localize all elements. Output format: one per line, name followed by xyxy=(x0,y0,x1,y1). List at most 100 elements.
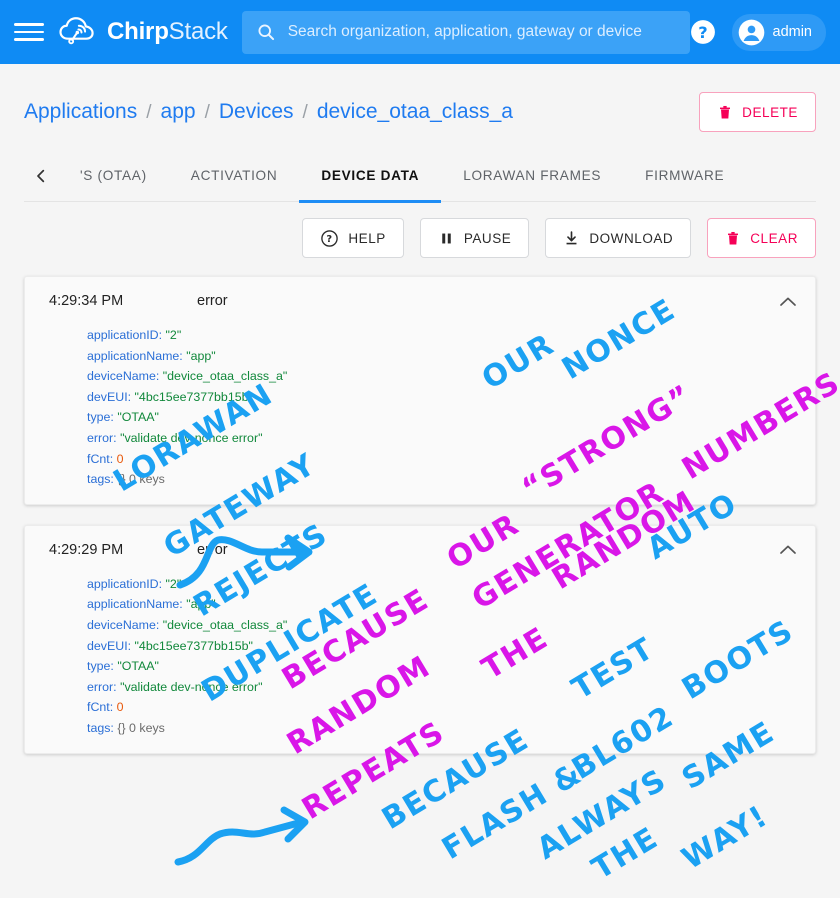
ink-word: THE xyxy=(586,821,665,887)
search-input[interactable]: Search organization, application, gatewa… xyxy=(241,10,690,54)
json-value: "device_otaa_class_a" xyxy=(162,369,288,384)
help-button[interactable]: ? HELP xyxy=(302,218,404,258)
delete-button-wrap: DELETE xyxy=(699,92,816,132)
breadcrumb-item-applications[interactable]: Applications xyxy=(24,100,137,124)
brand-logo[interactable]: ChirpStack xyxy=(58,12,228,52)
ink-arrow-head xyxy=(280,806,309,843)
help-circle-icon[interactable]: ? xyxy=(690,19,716,45)
event-card[interactable]: 4:29:29 PM error applicationID: "2" appl… xyxy=(24,524,816,754)
page-content: Applications / app / Devices / device_ot… xyxy=(0,64,840,754)
event-timestamp: 4:29:29 PM xyxy=(49,541,124,558)
help-circle-icon: ? xyxy=(321,229,339,247)
json-row: deviceName: "device_otaa_class_a" xyxy=(87,615,815,636)
app-bar-actions: ? admin xyxy=(690,13,826,51)
json-value: "2" xyxy=(165,576,182,591)
json-value: "OTAA" xyxy=(117,410,159,425)
event-json: applicationID: "2" applicationName: "app… xyxy=(25,574,815,739)
event-type: error xyxy=(197,541,228,558)
json-key: tags: xyxy=(87,720,114,735)
json-key: applicationID: xyxy=(87,328,163,342)
json-key: fCnt: xyxy=(87,451,114,466)
json-row: applicationID: "2" xyxy=(87,325,815,346)
event-card-header: 4:29:29 PM error xyxy=(25,526,815,574)
tabs-scroll-left-button[interactable] xyxy=(24,168,58,184)
delete-button[interactable]: DELETE xyxy=(699,92,816,132)
json-row: type: "OTAA" xyxy=(87,656,815,677)
tab-activation[interactable]: ACTIVATION xyxy=(169,150,300,202)
download-button[interactable]: DOWNLOAD xyxy=(545,218,692,258)
tab-firmware[interactable]: FIRMWARE xyxy=(623,150,746,202)
help-button-label: HELP xyxy=(348,230,386,246)
json-value: "4bc15ee7377bb15b" xyxy=(134,389,253,404)
chevron-left-icon xyxy=(37,169,45,182)
json-key: type: xyxy=(87,410,114,425)
account-circle-icon xyxy=(738,19,764,45)
json-key: error: xyxy=(87,679,117,694)
breadcrumb-separator: / xyxy=(302,102,308,123)
json-value: 0 xyxy=(116,700,124,715)
json-value: "2" xyxy=(165,328,182,342)
breadcrumb-item-device[interactable]: device_otaa_class_a xyxy=(317,100,513,124)
tab-device-data[interactable]: DEVICE DATA xyxy=(299,150,442,203)
event-json: applicationID: "2" applicationName: "app… xyxy=(25,325,815,490)
breadcrumb-separator: / xyxy=(204,102,210,123)
json-key: devEUI: xyxy=(87,389,132,404)
pause-button-label: PAUSE xyxy=(463,230,512,246)
json-key: applicationID: xyxy=(87,576,163,591)
event-card[interactable]: 4:29:34 PM error applicationID: "2" appl… xyxy=(24,276,816,505)
user-menu[interactable]: admin xyxy=(731,13,826,51)
svg-text:?: ? xyxy=(327,234,333,245)
pause-button[interactable]: PAUSE xyxy=(419,218,530,258)
json-row: fCnt: 0 xyxy=(87,697,815,718)
collapse-toggle[interactable] xyxy=(777,539,799,561)
search-icon xyxy=(258,24,274,41)
breadcrumb-separator: / xyxy=(146,102,152,123)
json-value: "4bc15ee7377bb15b" xyxy=(134,638,253,653)
event-card-header: 4:29:34 PM error xyxy=(25,277,815,325)
breadcrumb-item-devices[interactable]: Devices xyxy=(219,100,294,124)
json-value: 0 xyxy=(116,451,124,466)
json-value: "validate dev-nonce error" xyxy=(120,679,263,694)
search-placeholder: Search organization, application, gatewa… xyxy=(287,23,642,40)
breadcrumb-item-app[interactable]: app xyxy=(161,100,196,124)
json-key: fCnt: xyxy=(87,700,114,715)
json-row: applicationName: "app" xyxy=(87,346,815,367)
json-row: devEUI: "4bc15ee7377bb15b" xyxy=(87,636,815,657)
json-key: devEUI: xyxy=(87,638,132,653)
json-key: applicationName: xyxy=(87,597,183,612)
hamburger-icon[interactable] xyxy=(14,17,44,47)
ink-word: FLASH & xyxy=(436,756,588,867)
download-icon xyxy=(566,230,577,244)
download-button-label: DOWNLOAD xyxy=(589,230,674,246)
ink-arrow xyxy=(174,818,306,866)
json-key: deviceName: xyxy=(87,369,160,384)
tab-keys-otaa[interactable]: 'S (OTAA) xyxy=(58,150,169,202)
collapse-toggle[interactable] xyxy=(777,290,799,312)
trash-icon xyxy=(720,105,731,118)
clear-button-label: CLEAR xyxy=(750,230,798,246)
chirpstack-cloud-icon xyxy=(59,17,94,45)
brand-name: ChirpStack xyxy=(107,18,228,46)
breadcrumb-row: Applications / app / Devices / device_ot… xyxy=(24,64,816,134)
event-timestamp: 4:29:34 PM xyxy=(49,293,124,309)
json-key: deviceName: xyxy=(87,617,160,632)
json-row: type: "OTAA" xyxy=(87,407,815,428)
app-root: ChirpStack Search organization, applicat… xyxy=(0,0,840,898)
json-value: "app" xyxy=(186,597,216,612)
clear-button[interactable]: CLEAR xyxy=(707,218,816,258)
tab-lorawan-frames[interactable]: LORAWAN FRAMES xyxy=(441,150,623,202)
tab-bar: 'S (OTAA) ACTIVATION DEVICE DATA LORAWAN… xyxy=(24,150,816,203)
chevron-up-icon xyxy=(780,545,796,555)
json-row: error: "validate dev-nonce error" xyxy=(87,677,815,698)
delete-button-label: DELETE xyxy=(742,104,798,120)
ink-word: ALWAYS xyxy=(531,762,673,866)
pause-icon xyxy=(442,233,451,243)
ink-word: WAY! xyxy=(676,799,774,877)
json-value: "device_otaa_class_a" xyxy=(162,617,288,632)
json-row: applicationID: "2" xyxy=(87,574,815,595)
brand-name-bold: Chirp xyxy=(107,18,169,45)
json-key: tags: xyxy=(87,472,114,487)
json-value: "OTAA" xyxy=(117,659,159,674)
top-app-bar: ChirpStack Search organization, applicat… xyxy=(0,0,840,64)
trash-icon xyxy=(728,231,739,244)
